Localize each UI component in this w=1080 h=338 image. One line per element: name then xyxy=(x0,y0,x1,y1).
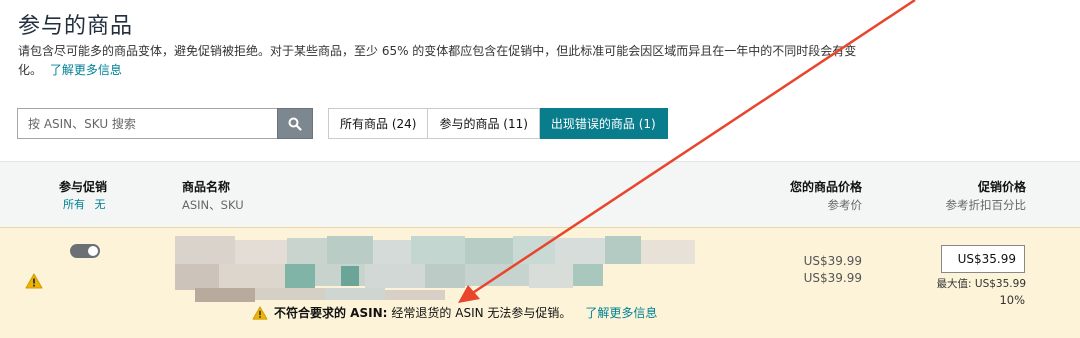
participate-filter: 所有 无 xyxy=(63,196,106,212)
promo-price-input[interactable] xyxy=(941,245,1025,273)
tab-error-products[interactable]: 出现错误的商品 (1) xyxy=(539,108,668,139)
page-description: 请包含尽可能多的商品变体，避免促销被拒绝。对于某些商品，至少 65% 的变体都应… xyxy=(18,42,878,80)
col-price-subheader: 参考价 xyxy=(827,198,863,212)
warning-icon xyxy=(252,305,268,320)
col-promo-header: 促销价格 xyxy=(977,180,1026,194)
search-button[interactable] xyxy=(277,108,313,139)
error-title: 不符合要求的 ASIN: xyxy=(274,306,388,320)
col-promo-subheader: 参考折扣百分比 xyxy=(945,198,1027,212)
page-root: 参与的商品 请包含尽可能多的商品变体，避免促销被拒绝。对于某些商品，至少 65%… xyxy=(0,0,1080,338)
filter-none-link[interactable]: 无 xyxy=(95,198,106,211)
table-row: US$39.99 US$39.99 最大值: US$35.99 10% 不符合要… xyxy=(0,227,1080,338)
reference-price: US$39.99 xyxy=(803,271,862,285)
table-header: 参与促销 所有 无 商品名称 ASIN、SKU 您的商品价格 参考价 促销价格 … xyxy=(0,161,1080,227)
filter-tabs: 所有商品 (24) 参与的商品 (11) 出现错误的商品 (1) xyxy=(328,108,668,139)
row-warning-icon xyxy=(25,273,43,293)
participate-toggle[interactable] xyxy=(70,244,100,258)
discount-percent: 10% xyxy=(999,293,1025,307)
filter-all-link[interactable]: 所有 xyxy=(63,198,85,211)
col-name-subheader: ASIN、SKU xyxy=(182,198,244,212)
error-text: 经常退货的 ASIN 无法参与促销。 xyxy=(391,306,572,320)
error-learn-more-link[interactable]: 了解更多信息 xyxy=(585,304,657,321)
col-name-header: 商品名称 xyxy=(182,180,231,194)
error-message: 不符合要求的 ASIN: 经常退货的 ASIN 无法参与促销。 了解更多信息 xyxy=(252,304,657,321)
tab-participating-products[interactable]: 参与的商品 (11) xyxy=(428,108,540,139)
product-image-blurred xyxy=(175,236,695,302)
search-input[interactable] xyxy=(17,108,277,139)
col-price-header: 您的商品价格 xyxy=(789,180,862,194)
learn-more-link[interactable]: 了解更多信息 xyxy=(50,63,122,77)
page-title: 参与的商品 xyxy=(18,14,134,39)
description-text: 请包含尽可能多的商品变体，避免促销被拒绝。对于某些商品，至少 65% 的变体都应… xyxy=(18,44,857,77)
search-icon xyxy=(288,117,302,131)
your-price: US$39.99 xyxy=(803,254,862,268)
max-promo-price: 最大值: US$35.99 xyxy=(936,278,1026,290)
search-bar xyxy=(17,108,313,139)
col-participate-header: 参与促销 xyxy=(59,180,108,194)
tab-all-products[interactable]: 所有商品 (24) xyxy=(328,108,429,139)
